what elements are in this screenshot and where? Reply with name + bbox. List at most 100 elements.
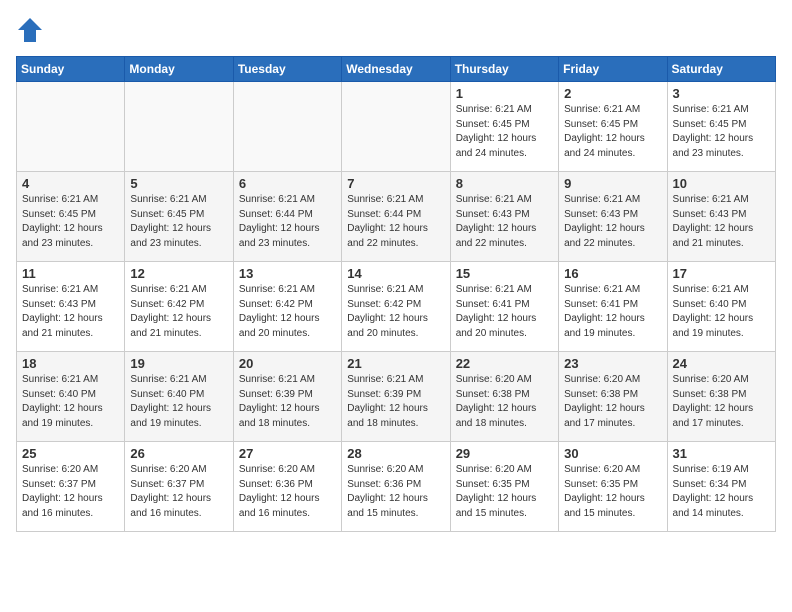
weekday-header-row: SundayMondayTuesdayWednesdayThursdayFrid… (17, 57, 776, 82)
weekday-header-saturday: Saturday (667, 57, 775, 82)
day-info: Sunrise: 6:21 AM Sunset: 6:40 PM Dayligh… (673, 283, 770, 341)
day-number: 16 (564, 266, 661, 281)
day-number: 15 (456, 266, 553, 281)
day-cell-5: 5 Sunrise: 6:21 AM Sunset: 6:45 PM Daylig… (125, 172, 233, 262)
empty-cell (125, 82, 233, 172)
day-cell-6: 6 Sunrise: 6:21 AM Sunset: 6:44 PM Daylig… (233, 172, 341, 262)
day-info: Sunrise: 6:20 AM Sunset: 6:37 PM Dayligh… (22, 463, 119, 521)
day-cell-18: 18 Sunrise: 6:21 AM Sunset: 6:40 PM Dayli… (17, 352, 125, 442)
day-info: Sunrise: 6:21 AM Sunset: 6:42 PM Dayligh… (347, 283, 444, 341)
day-info: Sunrise: 6:21 AM Sunset: 6:43 PM Dayligh… (22, 283, 119, 341)
day-info: Sunrise: 6:20 AM Sunset: 6:38 PM Dayligh… (673, 373, 770, 431)
day-cell-4: 4Sunrise: 6:21 AM Sunset: 6:45 PM Daylig… (17, 172, 125, 262)
day-info: Sunrise: 6:21 AM Sunset: 6:42 PM Dayligh… (130, 283, 227, 341)
day-cell-19: 19 Sunrise: 6:21 AM Sunset: 6:40 PM Dayli… (125, 352, 233, 442)
day-number: 22 (456, 356, 553, 371)
day-info: Sunrise: 6:21 AM Sunset: 6:43 PM Dayligh… (456, 193, 553, 251)
empty-cell (342, 82, 450, 172)
day-cell-15: 15 Sunrise: 6:21 AM Sunset: 6:41 PM Dayli… (450, 262, 558, 352)
day-number: 6 (239, 176, 336, 191)
day-info: Sunrise: 6:20 AM Sunset: 6:37 PM Dayligh… (130, 463, 227, 521)
day-cell-14: 14 Sunrise: 6:21 AM Sunset: 6:42 PM Dayli… (342, 262, 450, 352)
day-info: Sunrise: 6:20 AM Sunset: 6:36 PM Dayligh… (347, 463, 444, 521)
day-number: 21 (347, 356, 444, 371)
day-number: 9 (564, 176, 661, 191)
day-cell-10: 10 Sunrise: 6:21 AM Sunset: 6:43 PM Dayli… (667, 172, 775, 262)
day-info: Sunrise: 6:21 AM Sunset: 6:41 PM Dayligh… (564, 283, 661, 341)
day-number: 26 (130, 446, 227, 461)
day-info: Sunrise: 6:21 AM Sunset: 6:45 PM Dayligh… (456, 103, 553, 161)
page-header (16, 16, 776, 44)
day-cell-12: 12 Sunrise: 6:21 AM Sunset: 6:42 PM Dayli… (125, 262, 233, 352)
day-cell-21: 21 Sunrise: 6:21 AM Sunset: 6:39 PM Dayli… (342, 352, 450, 442)
day-number: 10 (673, 176, 770, 191)
day-number: 8 (456, 176, 553, 191)
day-info: Sunrise: 6:21 AM Sunset: 6:43 PM Dayligh… (564, 193, 661, 251)
day-number: 24 (673, 356, 770, 371)
day-number: 5 (130, 176, 227, 191)
day-info: Sunrise: 6:21 AM Sunset: 6:45 PM Dayligh… (22, 193, 119, 251)
day-cell-1: 1 Sunrise: 6:21 AM Sunset: 6:45 PM Daylig… (450, 82, 558, 172)
day-number: 3 (673, 86, 770, 101)
day-info: Sunrise: 6:21 AM Sunset: 6:45 PM Dayligh… (130, 193, 227, 251)
day-number: 28 (347, 446, 444, 461)
day-cell-31: 31 Sunrise: 6:19 AM Sunset: 6:34 PM Dayli… (667, 442, 775, 532)
week-row-5: 25 Sunrise: 6:20 AM Sunset: 6:37 PM Dayli… (17, 442, 776, 532)
day-number: 23 (564, 356, 661, 371)
day-number: 17 (673, 266, 770, 281)
day-cell-30: 30 Sunrise: 6:20 AM Sunset: 6:35 PM Dayli… (559, 442, 667, 532)
day-info: Sunrise: 6:20 AM Sunset: 6:38 PM Dayligh… (564, 373, 661, 431)
day-info: Sunrise: 6:20 AM Sunset: 6:36 PM Dayligh… (239, 463, 336, 521)
day-number: 2 (564, 86, 661, 101)
calendar-table: SundayMondayTuesdayWednesdayThursdayFrid… (16, 56, 776, 532)
day-info: Sunrise: 6:21 AM Sunset: 6:39 PM Dayligh… (347, 373, 444, 431)
week-row-3: 11Sunrise: 6:21 AM Sunset: 6:43 PM Dayli… (17, 262, 776, 352)
day-info: Sunrise: 6:21 AM Sunset: 6:45 PM Dayligh… (673, 103, 770, 161)
weekday-header-tuesday: Tuesday (233, 57, 341, 82)
week-row-4: 18 Sunrise: 6:21 AM Sunset: 6:40 PM Dayli… (17, 352, 776, 442)
day-number: 29 (456, 446, 553, 461)
day-info: Sunrise: 6:21 AM Sunset: 6:41 PM Dayligh… (456, 283, 553, 341)
day-info: Sunrise: 6:19 AM Sunset: 6:34 PM Dayligh… (673, 463, 770, 521)
day-info: Sunrise: 6:21 AM Sunset: 6:40 PM Dayligh… (22, 373, 119, 431)
day-info: Sunrise: 6:21 AM Sunset: 6:44 PM Dayligh… (347, 193, 444, 251)
day-number: 12 (130, 266, 227, 281)
day-number: 30 (564, 446, 661, 461)
day-cell-29: 29 Sunrise: 6:20 AM Sunset: 6:35 PM Dayli… (450, 442, 558, 532)
day-number: 1 (456, 86, 553, 101)
day-info: Sunrise: 6:21 AM Sunset: 6:44 PM Dayligh… (239, 193, 336, 251)
day-number: 20 (239, 356, 336, 371)
empty-cell (17, 82, 125, 172)
day-number: 31 (673, 446, 770, 461)
day-number: 27 (239, 446, 336, 461)
day-info: Sunrise: 6:20 AM Sunset: 6:38 PM Dayligh… (456, 373, 553, 431)
day-cell-13: 13Sunrise: 6:21 AM Sunset: 6:42 PM Dayli… (233, 262, 341, 352)
logo (16, 16, 48, 44)
weekday-header-thursday: Thursday (450, 57, 558, 82)
day-info: Sunrise: 6:21 AM Sunset: 6:45 PM Dayligh… (564, 103, 661, 161)
day-cell-16: 16 Sunrise: 6:21 AM Sunset: 6:41 PM Dayli… (559, 262, 667, 352)
day-number: 19 (130, 356, 227, 371)
week-row-1: 1 Sunrise: 6:21 AM Sunset: 6:45 PM Daylig… (17, 82, 776, 172)
day-number: 25 (22, 446, 119, 461)
day-info: Sunrise: 6:20 AM Sunset: 6:35 PM Dayligh… (564, 463, 661, 521)
day-cell-8: 8 Sunrise: 6:21 AM Sunset: 6:43 PM Daylig… (450, 172, 558, 262)
day-info: Sunrise: 6:21 AM Sunset: 6:40 PM Dayligh… (130, 373, 227, 431)
logo-icon (16, 16, 44, 44)
day-number: 14 (347, 266, 444, 281)
day-info: Sunrise: 6:20 AM Sunset: 6:35 PM Dayligh… (456, 463, 553, 521)
day-cell-3: 3 Sunrise: 6:21 AM Sunset: 6:45 PM Daylig… (667, 82, 775, 172)
weekday-header-friday: Friday (559, 57, 667, 82)
weekday-header-monday: Monday (125, 57, 233, 82)
day-number: 13 (239, 266, 336, 281)
empty-cell (233, 82, 341, 172)
day-cell-7: 7Sunrise: 6:21 AM Sunset: 6:44 PM Daylig… (342, 172, 450, 262)
day-cell-28: 28 Sunrise: 6:20 AM Sunset: 6:36 PM Dayli… (342, 442, 450, 532)
day-cell-9: 9 Sunrise: 6:21 AM Sunset: 6:43 PM Daylig… (559, 172, 667, 262)
day-cell-24: 24 Sunrise: 6:20 AM Sunset: 6:38 PM Dayli… (667, 352, 775, 442)
day-cell-20: 20Sunrise: 6:21 AM Sunset: 6:39 PM Dayli… (233, 352, 341, 442)
day-info: Sunrise: 6:21 AM Sunset: 6:43 PM Dayligh… (673, 193, 770, 251)
day-number: 18 (22, 356, 119, 371)
week-row-2: 4Sunrise: 6:21 AM Sunset: 6:45 PM Daylig… (17, 172, 776, 262)
day-cell-26: 26 Sunrise: 6:20 AM Sunset: 6:37 PM Dayli… (125, 442, 233, 532)
